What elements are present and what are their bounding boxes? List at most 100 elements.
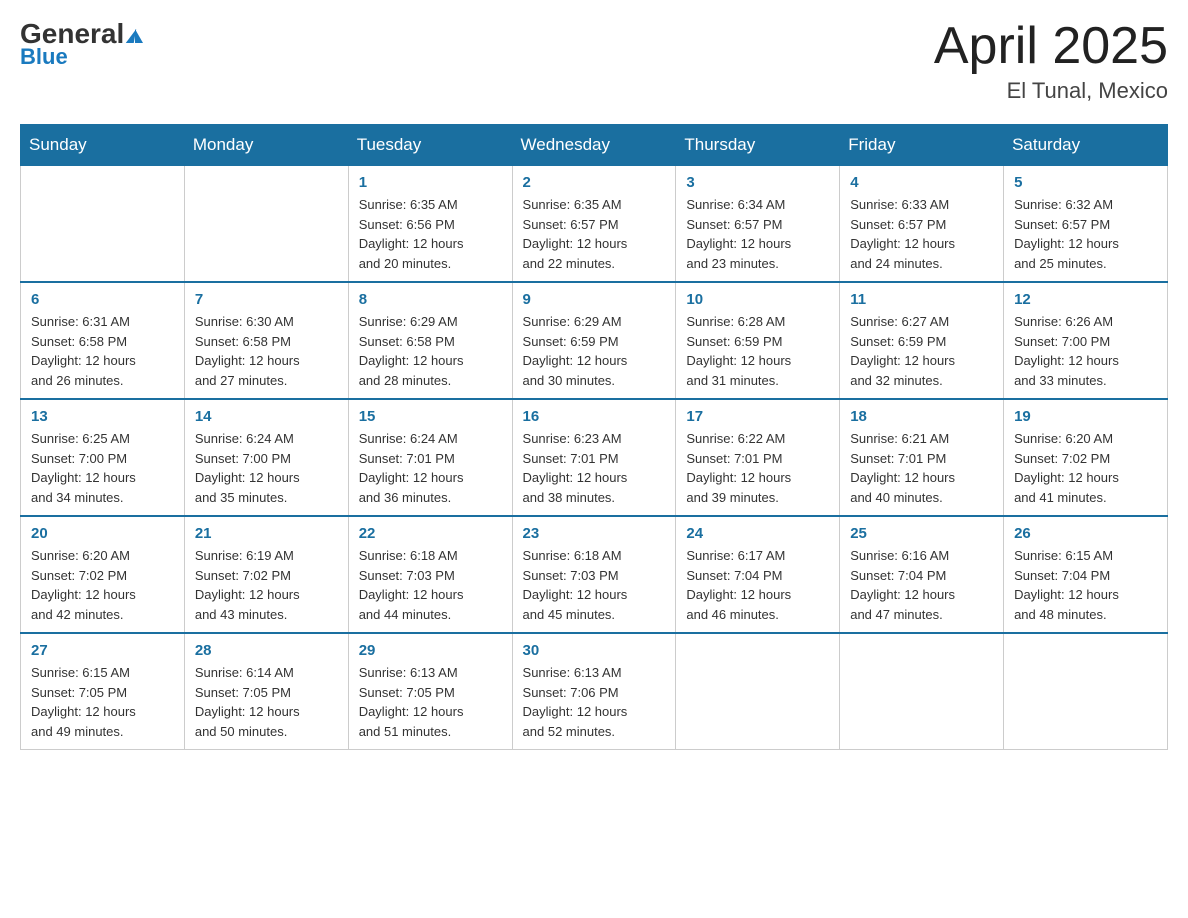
calendar-cell: 1Sunrise: 6:35 AMSunset: 6:56 PMDaylight…: [348, 166, 512, 283]
calendar-cell: 11 Sunrise: 6:27 AMSunset: 6:59 PMDayligh…: [840, 282, 1004, 399]
weekday-header-tuesday: Tuesday: [348, 125, 512, 166]
day-info: Sunrise: 6:19 AMSunset: 7:02 PMDaylight:…: [195, 546, 338, 624]
calendar-cell: 4Sunrise: 6:33 AMSunset: 6:57 PMDaylight…: [840, 166, 1004, 283]
calendar-cell: 14 Sunrise: 6:24 AMSunset: 7:00 PMDayligh…: [184, 399, 348, 516]
day-number: 21: [195, 525, 338, 542]
day-number: 26: [1014, 525, 1157, 542]
day-info: Sunrise: 6:13 AMSunset: 7:05 PMDaylight:…: [359, 663, 502, 741]
weekday-header-sunday: Sunday: [21, 125, 185, 166]
day-info: Sunrise: 6:29 AMSunset: 6:58 PMDaylight:…: [359, 312, 502, 390]
calendar-cell: [840, 633, 1004, 750]
day-number: 6: [31, 291, 174, 308]
calendar-cell: 23 Sunrise: 6:18 AMSunset: 7:03 PMDayligh…: [512, 516, 676, 633]
day-number: 15: [359, 408, 502, 425]
calendar-cell: 27 Sunrise: 6:15 AMSunset: 7:05 PMDayligh…: [21, 633, 185, 750]
calendar-cell: [184, 166, 348, 283]
day-number: 27: [31, 642, 174, 659]
day-number: 12: [1014, 291, 1157, 308]
day-info: Sunrise: 6:28 AMSunset: 6:59 PMDaylight:…: [686, 312, 829, 390]
day-info: Sunrise: 6:30 AMSunset: 6:58 PMDaylight:…: [195, 312, 338, 390]
day-info: Sunrise: 6:20 AMSunset: 7:02 PMDaylight:…: [1014, 429, 1157, 507]
day-number: 7: [195, 291, 338, 308]
calendar-cell: 3 Sunrise: 6:34 AMSunset: 6:57 PMDaylight…: [676, 166, 840, 283]
day-number: 19: [1014, 408, 1157, 425]
calendar-cell: 26 Sunrise: 6:15 AMSunset: 7:04 PMDayligh…: [1004, 516, 1168, 633]
calendar-cell: 15 Sunrise: 6:24 AMSunset: 7:01 PMDayligh…: [348, 399, 512, 516]
logo: General Blue: [20, 20, 143, 70]
day-number: 17: [686, 408, 829, 425]
calendar-cell: 8 Sunrise: 6:29 AMSunset: 6:58 PMDaylight…: [348, 282, 512, 399]
weekday-header-friday: Friday: [840, 125, 1004, 166]
day-info: Sunrise: 6:15 AMSunset: 7:04 PMDaylight:…: [1014, 546, 1157, 624]
day-number: 3: [686, 174, 829, 191]
day-number: 8: [359, 291, 502, 308]
calendar-cell: 9 Sunrise: 6:29 AMSunset: 6:59 PMDaylight…: [512, 282, 676, 399]
day-number: 29: [359, 642, 502, 659]
day-number: 23: [523, 525, 666, 542]
calendar-cell: 19 Sunrise: 6:20 AMSunset: 7:02 PMDayligh…: [1004, 399, 1168, 516]
day-info: Sunrise: 6:29 AMSunset: 6:59 PMDaylight:…: [523, 312, 666, 390]
day-number: 30: [523, 642, 666, 659]
month-title: April 2025: [934, 20, 1168, 72]
day-number: 28: [195, 642, 338, 659]
day-info: Sunrise: 6:34 AMSunset: 6:57 PMDaylight:…: [686, 195, 829, 273]
day-info: Sunrise: 6:18 AMSunset: 7:03 PMDaylight:…: [359, 546, 502, 624]
calendar-cell: 13 Sunrise: 6:25 AMSunset: 7:00 PMDayligh…: [21, 399, 185, 516]
calendar-cell: 29 Sunrise: 6:13 AMSunset: 7:05 PMDayligh…: [348, 633, 512, 750]
calendar-header-row: SundayMondayTuesdayWednesdayThursdayFrid…: [21, 125, 1168, 166]
calendar-cell: 5Sunrise: 6:32 AMSunset: 6:57 PMDaylight…: [1004, 166, 1168, 283]
calendar-cell: 18Sunrise: 6:21 AMSunset: 7:01 PMDayligh…: [840, 399, 1004, 516]
calendar-cell: 10 Sunrise: 6:28 AMSunset: 6:59 PMDayligh…: [676, 282, 840, 399]
day-info: Sunrise: 6:13 AMSunset: 7:06 PMDaylight:…: [523, 663, 666, 741]
weekday-header-wednesday: Wednesday: [512, 125, 676, 166]
calendar-cell: [21, 166, 185, 283]
calendar-cell: [676, 633, 840, 750]
calendar-cell: 16Sunrise: 6:23 AMSunset: 7:01 PMDayligh…: [512, 399, 676, 516]
calendar-cell: 22 Sunrise: 6:18 AMSunset: 7:03 PMDayligh…: [348, 516, 512, 633]
day-info: Sunrise: 6:18 AMSunset: 7:03 PMDaylight:…: [523, 546, 666, 624]
calendar-week-row: 27 Sunrise: 6:15 AMSunset: 7:05 PMDayligh…: [21, 633, 1168, 750]
day-info: Sunrise: 6:24 AMSunset: 7:01 PMDaylight:…: [359, 429, 502, 507]
day-number: 22: [359, 525, 502, 542]
day-info: Sunrise: 6:24 AMSunset: 7:00 PMDaylight:…: [195, 429, 338, 507]
calendar-cell: 17Sunrise: 6:22 AMSunset: 7:01 PMDayligh…: [676, 399, 840, 516]
calendar-week-row: 13 Sunrise: 6:25 AMSunset: 7:00 PMDayligh…: [21, 399, 1168, 516]
day-info: Sunrise: 6:20 AMSunset: 7:02 PMDaylight:…: [31, 546, 174, 624]
day-number: 9: [523, 291, 666, 308]
day-info: Sunrise: 6:26 AMSunset: 7:00 PMDaylight:…: [1014, 312, 1157, 390]
day-number: 25: [850, 525, 993, 542]
day-info: Sunrise: 6:27 AMSunset: 6:59 PMDaylight:…: [850, 312, 993, 390]
day-info: Sunrise: 6:15 AMSunset: 7:05 PMDaylight:…: [31, 663, 174, 741]
calendar-cell: 24Sunrise: 6:17 AMSunset: 7:04 PMDayligh…: [676, 516, 840, 633]
day-info: Sunrise: 6:25 AMSunset: 7:00 PMDaylight:…: [31, 429, 174, 507]
day-info: Sunrise: 6:35 AMSunset: 6:57 PMDaylight:…: [523, 195, 666, 273]
day-number: 10: [686, 291, 829, 308]
day-info: Sunrise: 6:14 AMSunset: 7:05 PMDaylight:…: [195, 663, 338, 741]
calendar-cell: 12 Sunrise: 6:26 AMSunset: 7:00 PMDayligh…: [1004, 282, 1168, 399]
page-header: General Blue April 2025 El Tunal, Mexico: [20, 20, 1168, 104]
calendar-cell: 21 Sunrise: 6:19 AMSunset: 7:02 PMDayligh…: [184, 516, 348, 633]
location-title: El Tunal, Mexico: [934, 78, 1168, 104]
calendar-week-row: 20 Sunrise: 6:20 AMSunset: 7:02 PMDayligh…: [21, 516, 1168, 633]
calendar-cell: [1004, 633, 1168, 750]
logo-blue-text: Blue: [20, 44, 68, 70]
calendar-week-row: 1Sunrise: 6:35 AMSunset: 6:56 PMDaylight…: [21, 166, 1168, 283]
day-info: Sunrise: 6:32 AMSunset: 6:57 PMDaylight:…: [1014, 195, 1157, 273]
calendar-cell: 2 Sunrise: 6:35 AMSunset: 6:57 PMDaylight…: [512, 166, 676, 283]
day-number: 14: [195, 408, 338, 425]
day-number: 20: [31, 525, 174, 542]
day-number: 2: [523, 174, 666, 191]
calendar-cell: 6Sunrise: 6:31 AMSunset: 6:58 PMDaylight…: [21, 282, 185, 399]
calendar-table: SundayMondayTuesdayWednesdayThursdayFrid…: [20, 124, 1168, 750]
calendar-cell: 7 Sunrise: 6:30 AMSunset: 6:58 PMDaylight…: [184, 282, 348, 399]
day-number: 13: [31, 408, 174, 425]
weekday-header-saturday: Saturday: [1004, 125, 1168, 166]
day-number: 4: [850, 174, 993, 191]
day-info: Sunrise: 6:17 AMSunset: 7:04 PMDaylight:…: [686, 546, 829, 624]
title-section: April 2025 El Tunal, Mexico: [934, 20, 1168, 104]
calendar-cell: 30 Sunrise: 6:13 AMSunset: 7:06 PMDayligh…: [512, 633, 676, 750]
day-number: 1: [359, 174, 502, 191]
day-number: 11: [850, 291, 993, 308]
day-number: 18: [850, 408, 993, 425]
calendar-cell: 20 Sunrise: 6:20 AMSunset: 7:02 PMDayligh…: [21, 516, 185, 633]
